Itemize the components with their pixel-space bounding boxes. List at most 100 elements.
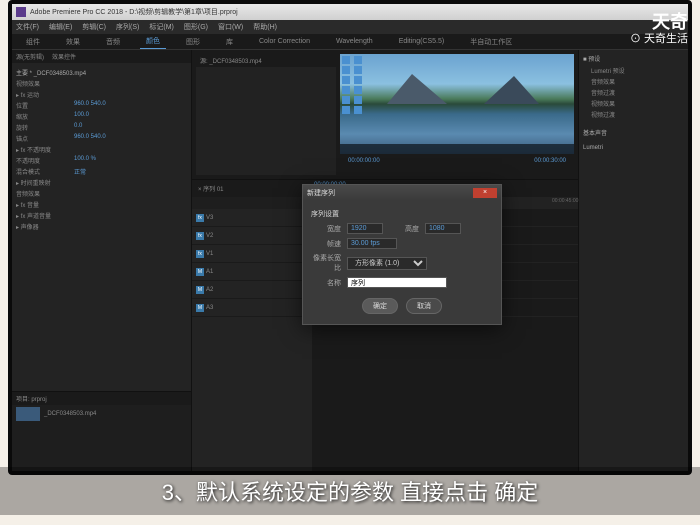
new-sequence-dialog: 新建序列 × 序列设置 宽度 高度 帧速 像素长宽比 方形像素 (1.0) 名称 <box>302 184 502 325</box>
ok-button[interactable]: 确定 <box>362 298 398 314</box>
track-v2[interactable]: fxV2 <box>192 227 312 245</box>
source-header: 源: _DCF0348503.mp4 <box>196 54 336 67</box>
monitor-frame: Adobe Premiere Pro CC 2018 - D:\视频\剪辑教学\… <box>8 0 692 475</box>
program-monitor: 00:00:00:00 00:00:30:00 <box>340 54 574 175</box>
tutorial-subtitle: 3、默认系统设定的参数 直接点击 确定 <box>0 467 700 515</box>
fps-input[interactable] <box>347 238 397 249</box>
ec-opacity-val[interactable]: 100.0 % <box>74 156 96 165</box>
par-select[interactable]: 方形像素 (1.0) <box>347 257 427 270</box>
clip-name: _DCF0348503.mp4 <box>44 411 96 417</box>
program-preview[interactable] <box>340 54 574 154</box>
effects-item[interactable]: 视频效果 <box>583 98 684 109</box>
project-panel: 项目: prproj _DCF0348503.mp4 <box>12 391 191 471</box>
preview-content <box>387 74 447 104</box>
par-label: 像素长宽比 <box>311 253 341 273</box>
track-v1[interactable]: fxV1 <box>192 245 312 263</box>
ec-audio: 音频效果 <box>16 189 66 198</box>
tab-effects[interactable]: 效果 <box>60 35 86 49</box>
ec-position-val[interactable]: 960.0 540.0 <box>74 101 106 110</box>
ec-panner[interactable]: ▸ 声像器 <box>16 222 66 231</box>
tab-source[interactable]: 源(无剪辑) <box>16 52 44 61</box>
project-item[interactable]: _DCF0348503.mp4 <box>12 405 191 423</box>
track-a3[interactable]: MA3 <box>192 299 312 317</box>
menu-edit[interactable]: 编辑(E) <box>49 22 72 32</box>
menu-clip[interactable]: 剪辑(C) <box>82 22 106 32</box>
track-v3[interactable]: fxV3 <box>192 209 312 227</box>
ec-anchor-label: 锚点 <box>16 134 66 143</box>
tab-library[interactable]: 库 <box>220 35 239 49</box>
height-label: 高度 <box>389 224 419 234</box>
source-monitor: 源: _DCF0348503.mp4 <box>196 54 336 175</box>
menu-graphics[interactable]: 图形(G) <box>184 22 208 32</box>
menu-sequence[interactable]: 序列(S) <box>116 22 139 32</box>
menu-file[interactable]: 文件(F) <box>16 22 39 32</box>
menu-marker[interactable]: 标记(M) <box>149 22 174 32</box>
menu-window[interactable]: 窗口(W) <box>218 22 243 32</box>
essential-sound[interactable]: 基本声音 <box>583 128 684 137</box>
menu-help[interactable]: 帮助(H) <box>253 22 277 32</box>
effects-item[interactable]: Lumetri 预设 <box>583 65 684 76</box>
ec-opacity[interactable]: ▸ fx 不透明度 <box>16 145 66 154</box>
tab-editing[interactable]: Editing(CS5.5) <box>393 36 451 47</box>
dialog-titlebar[interactable]: 新建序列 × <box>303 185 501 201</box>
sequence-tab[interactable]: × 序列 01 <box>194 182 314 195</box>
app-icon <box>16 7 26 17</box>
fps-label: 帧速 <box>311 239 341 249</box>
effects-item[interactable]: 音频过渡 <box>583 87 684 98</box>
dialog-group-title: 序列设置 <box>311 209 493 219</box>
tab-wavelength[interactable]: Wavelength <box>330 36 379 47</box>
preview-taskbar <box>340 144 574 154</box>
ec-scale-val[interactable]: 100.0 <box>74 112 89 121</box>
program-timecode-bar: 00:00:00:00 00:00:30:00 <box>340 154 574 168</box>
tab-custom[interactable]: 半自动工作区 <box>464 35 518 49</box>
cancel-button[interactable]: 取消 <box>406 298 442 314</box>
clip-thumbnail <box>16 407 40 421</box>
height-input[interactable] <box>425 223 461 234</box>
tab-audio[interactable]: 音频 <box>100 35 126 49</box>
desktop-icons <box>342 56 364 114</box>
ec-position-label: 位置 <box>16 101 66 110</box>
width-label: 宽度 <box>311 224 341 234</box>
ec-timeremap[interactable]: ▸ 时间重映射 <box>16 178 66 187</box>
window-titlebar: Adobe Premiere Pro CC 2018 - D:\视频\剪辑教学\… <box>12 4 688 20</box>
track-a1[interactable]: MA1 <box>192 263 312 281</box>
ec-anchor-val[interactable]: 960.0 540.0 <box>74 134 106 143</box>
track-headers: fxV3 fxV2 fxV1 MA1 MA2 MA3 <box>192 209 312 471</box>
ec-clip-name: 主要 * _DCF0348503.mp4 <box>16 67 187 78</box>
tab-color[interactable]: 颜色 <box>140 34 166 49</box>
tab-colorcorr[interactable]: Color Correction <box>253 36 316 47</box>
tab-effect-controls[interactable]: 效果控件 <box>52 52 76 61</box>
tab-assembly[interactable]: 组件 <box>20 35 46 49</box>
left-panel: 源(无剪辑) 效果控件 主要 * _DCF0348503.mp4 视频效果 ▸ … <box>12 50 192 471</box>
ec-channel[interactable]: ▸ fx 声道音量 <box>16 211 66 220</box>
timecode-left[interactable]: 00:00:00:00 <box>348 158 380 164</box>
name-input[interactable] <box>347 277 447 288</box>
track-a2[interactable]: MA2 <box>192 281 312 299</box>
dialog-body: 序列设置 宽度 高度 帧速 像素长宽比 方形像素 (1.0) 名称 确定 <box>303 201 501 324</box>
ec-blend-label: 混合模式 <box>16 167 66 176</box>
window-title: Adobe Premiere Pro CC 2018 - D:\视频\剪辑教学\… <box>30 7 238 17</box>
ec-rotation-val[interactable]: 0.0 <box>74 123 82 132</box>
effects-item[interactable]: 视频过渡 <box>583 109 684 120</box>
watermark-sub: 天奇生活 <box>630 30 688 46</box>
close-icon[interactable]: × <box>473 188 497 198</box>
ec-volume[interactable]: ▸ fx 音量 <box>16 200 66 209</box>
ec-label: 视频效果 <box>16 79 66 88</box>
ec-opacity-label: 不透明度 <box>16 156 66 165</box>
effects-title: ■ 预设 <box>583 54 684 63</box>
width-input[interactable] <box>347 223 383 234</box>
ec-scale-label: 缩放 <box>16 112 66 121</box>
ec-motion[interactable]: ▸ fx 运动 <box>16 90 66 99</box>
name-label: 名称 <box>311 278 341 288</box>
effect-controls-panel: 主要 * _DCF0348503.mp4 视频效果 ▸ fx 运动 位置 960.… <box>12 63 191 391</box>
effect-controls-tabs: 源(无剪辑) 效果控件 <box>12 50 191 63</box>
menubar: 文件(F) 编辑(E) 剪辑(C) 序列(S) 标记(M) 图形(G) 窗口(W… <box>12 20 688 34</box>
lumetri[interactable]: Lumetri <box>583 145 684 151</box>
project-tab[interactable]: 项目: prproj <box>12 392 191 405</box>
tab-graphics[interactable]: 图形 <box>180 35 206 49</box>
ec-rotation-label: 旋转 <box>16 123 66 132</box>
right-panel: ■ 预设 Lumetri 预设 音频效果 音频过渡 视频效果 视频过渡 基本声音… <box>578 50 688 471</box>
ec-blend-val[interactable]: 正常 <box>74 167 86 176</box>
effects-item[interactable]: 音频效果 <box>583 76 684 87</box>
dialog-title: 新建序列 <box>307 188 335 198</box>
